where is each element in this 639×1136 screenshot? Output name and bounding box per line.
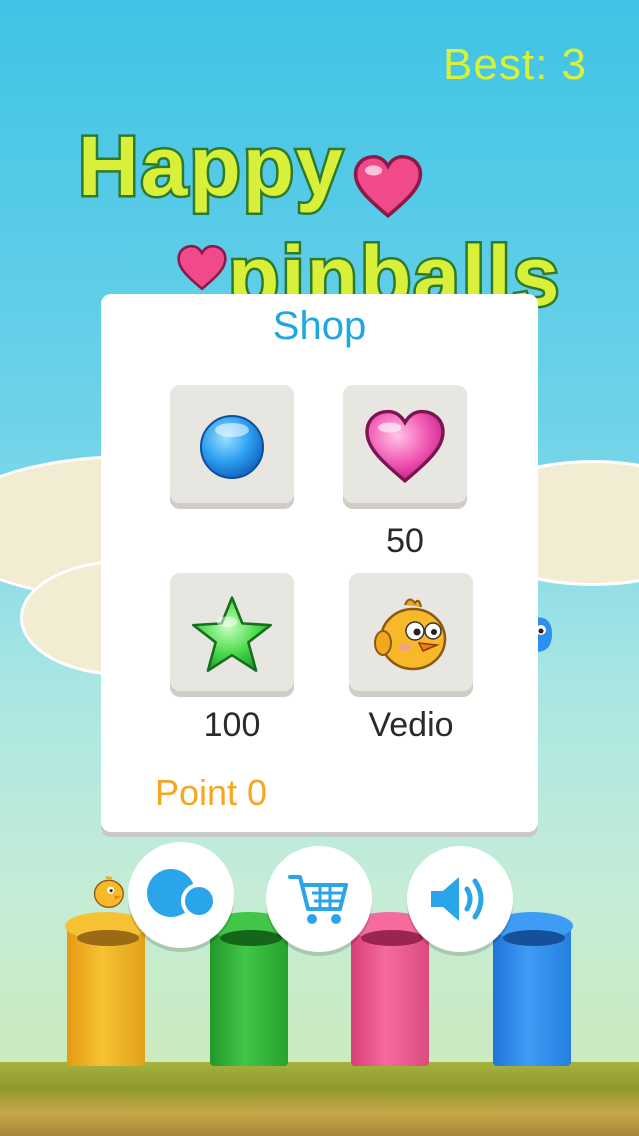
pipe-pink [349,912,431,1066]
pipe-yellow [65,912,147,1066]
balls-button[interactable] [128,842,234,948]
pipe-green [208,912,290,1066]
chick-mascot-icon [93,876,124,908]
shop-item-heart[interactable] [343,385,467,509]
logo-line-1: Happy [76,117,346,216]
ground-strip [0,1062,639,1136]
game-scene: Best: 3 Happy pinballs Shop 50 100 Vedio… [0,0,639,1136]
pink-heart-icon [365,409,445,483]
logo-heart-icon [353,154,423,219]
shop-cart-button[interactable] [266,846,372,952]
green-star-icon [192,596,272,672]
pipe-opening [77,930,139,946]
shopping-cart-icon [288,875,348,924]
pipe-opening [220,930,282,946]
pipe-blue [491,912,573,1066]
shop-item-star[interactable] [170,573,294,697]
shop-panel: Shop 50 100 Vedio Point 0 [101,294,538,832]
blue-ball-icon [200,415,264,479]
shop-item-price: 50 [386,522,424,560]
best-score: Best: 3 [443,40,587,89]
balls-icon [147,869,217,919]
shop-item-blue-ball[interactable] [170,385,294,509]
yellow-chick-icon [374,598,447,671]
sound-icon [431,877,484,921]
shop-item-price: Vedio [368,706,454,744]
shop-title: Shop [272,304,367,348]
pipe-opening [361,930,423,946]
sound-toggle-button[interactable] [407,846,513,952]
shop-item-video[interactable] [349,573,473,697]
pipe-opening [503,930,565,946]
logo-heart-small-icon [177,244,227,291]
point-balance: Point 0 [155,772,268,813]
shop-item-price: 100 [203,706,261,744]
